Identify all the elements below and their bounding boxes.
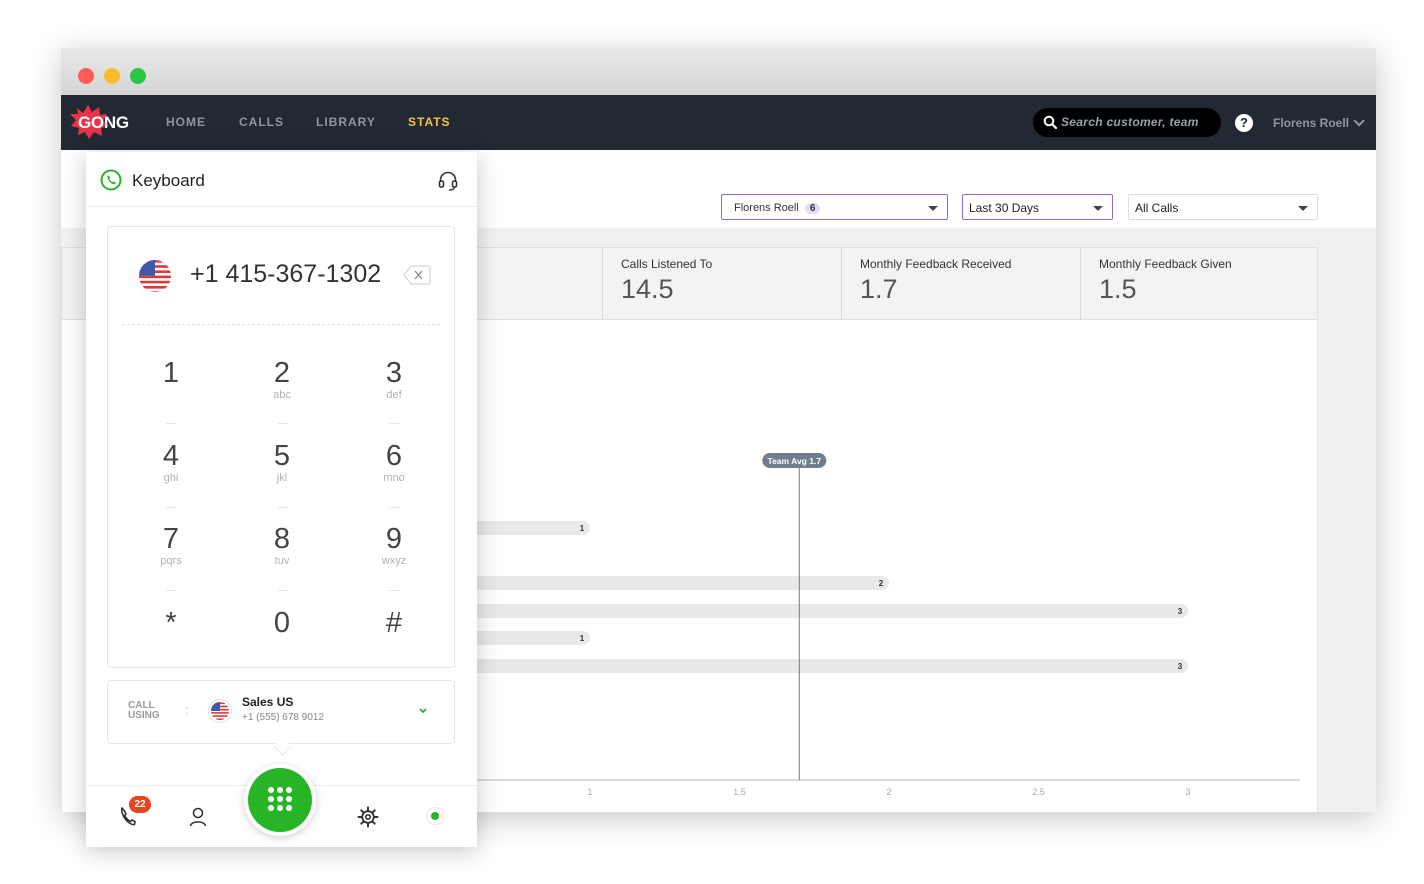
nav-library[interactable]: LIBRARY	[316, 115, 376, 129]
key-separator	[389, 423, 399, 424]
keypad-button[interactable]	[244, 764, 316, 836]
logo-text: GONG	[78, 113, 129, 132]
call-using-label: CALL USING	[128, 700, 160, 721]
search-placeholder: Search customer, team	[1061, 115, 1199, 129]
dial-key-7[interactable]: 7 pqrs	[136, 523, 206, 567]
top-navigation-bar: GONG HOME CALLS LIBRARY STATS Search cus…	[61, 95, 1376, 150]
gong-logo[interactable]: GONG	[69, 104, 131, 139]
us-flag-icon	[208, 699, 232, 723]
dialer-panel: Keyboard +1 415-367-1302 1 2 abc 3 def 4…	[86, 152, 477, 847]
bar-value-label: 3	[1178, 662, 1183, 671]
dropdown-caret-icon	[1093, 206, 1103, 211]
dial-key-0[interactable]: 0	[247, 607, 317, 639]
keypad-grid-icon	[268, 787, 292, 811]
key-separator	[278, 423, 288, 424]
dialpad-card: +1 415-367-1302 1 2 abc 3 def 4 ghi 5 jkl 6m…	[107, 226, 455, 668]
bar-value-label: 1	[580, 634, 585, 643]
person-filter-select[interactable]: Florens Roell 6	[721, 194, 948, 220]
key-separator	[278, 507, 288, 508]
missed-calls-badge: 22	[129, 796, 151, 813]
dropdown-caret-icon	[928, 206, 938, 211]
stat-value: 14.5	[621, 274, 674, 304]
person-filter-label: Florens Roell	[734, 202, 799, 214]
dial-key-3[interactable]: 3 def	[359, 357, 429, 401]
chevron-down-icon	[1353, 115, 1365, 127]
maximize-window-button[interactable]	[130, 68, 146, 84]
period-filter-label: Last 30 Days	[969, 201, 1040, 215]
x-tick-label: 2	[886, 787, 891, 797]
call-using-name: Sales US	[242, 695, 294, 709]
dial-key-star[interactable]: *	[136, 607, 206, 639]
user-menu[interactable]: Florens Roell	[1273, 115, 1365, 130]
call-using-number: +1 (555) 678 9012	[242, 712, 325, 723]
phone-call-icon	[100, 169, 122, 191]
x-tick-label: 1	[587, 787, 592, 797]
call-using-selector[interactable]: CALL USING : Sales US +1 (555) 678 9012	[107, 680, 455, 744]
bar-value-label: 2	[879, 579, 884, 588]
person-count-badge: 6	[804, 203, 821, 214]
key-separator	[166, 590, 176, 591]
stat-feedback-given[interactable]: Monthly Feedback Given 1.5	[1080, 248, 1318, 319]
dialed-number[interactable]: +1 415-367-1302	[190, 260, 381, 289]
headset-icon[interactable]	[437, 169, 459, 191]
bar-value-label: 3	[1178, 607, 1183, 616]
stat-label: Monthly Feedback Given	[1099, 257, 1232, 271]
divider	[122, 324, 440, 325]
user-name: Florens Roell	[1273, 116, 1350, 130]
search-input[interactable]: Search customer, team	[1033, 108, 1221, 137]
nav-stats[interactable]: STATS	[408, 115, 451, 129]
key-separator	[389, 590, 399, 591]
contacts-icon[interactable]	[188, 806, 208, 828]
dial-key-6[interactable]: 6 mno	[359, 440, 429, 484]
dial-key-hash[interactable]: #	[359, 607, 429, 639]
period-filter-select[interactable]: Last 30 Days	[962, 194, 1113, 220]
stat-value: 1.7	[860, 274, 898, 304]
stat-label: Monthly Feedback Received	[860, 257, 1012, 271]
x-tick-label: 3	[1185, 787, 1190, 797]
calls-filter-select[interactable]: All Calls	[1128, 194, 1318, 220]
us-flag-icon[interactable]	[138, 259, 172, 293]
search-icon	[1043, 115, 1057, 129]
x-tick-label: 1.5	[733, 787, 746, 797]
window-titlebar	[61, 48, 1376, 95]
stat-feedback-received[interactable]: Monthly Feedback Received 1.7	[841, 248, 1080, 319]
help-icon[interactable]: ?	[1235, 114, 1253, 132]
stat-label: Calls Listened To	[621, 257, 713, 271]
dial-key-9[interactable]: 9 wxyz	[359, 523, 429, 567]
dial-key-1[interactable]: 1	[136, 357, 206, 389]
backspace-icon[interactable]	[403, 265, 431, 285]
minimize-window-button[interactable]	[104, 68, 120, 84]
key-separator	[389, 507, 399, 508]
chevron-down-icon	[419, 708, 427, 714]
chart-bar	[362, 659, 1188, 673]
dial-key-4[interactable]: 4 ghi	[136, 440, 206, 484]
dropdown-caret-icon	[1298, 206, 1308, 211]
key-separator	[166, 507, 176, 508]
dial-key-2[interactable]: 2 abc	[247, 357, 317, 401]
stat-calls-listened[interactable]: Calls Listened To 14.5	[602, 248, 841, 319]
key-separator	[278, 590, 288, 591]
nav-calls[interactable]: CALLS	[239, 115, 284, 129]
key-separator	[166, 423, 176, 424]
dial-key-5[interactable]: 5 jkl	[247, 440, 317, 484]
team-average-label: Team Avg 1.7	[768, 456, 822, 466]
dialer-header: Keyboard	[86, 152, 477, 207]
chart-bar	[362, 604, 1188, 618]
stat-value: 1.5	[1099, 274, 1137, 304]
bar-value-label: 1	[580, 524, 585, 533]
online-status-indicator[interactable]	[427, 808, 443, 824]
close-window-button[interactable]	[78, 68, 94, 84]
nav-home[interactable]: HOME	[166, 115, 206, 129]
dialer-title: Keyboard	[132, 171, 205, 190]
call-using-separator: :	[185, 703, 189, 717]
dial-key-8[interactable]: 8 tuv	[247, 523, 317, 567]
gear-icon[interactable]	[357, 806, 379, 828]
x-tick-label: 2.5	[1032, 787, 1045, 797]
calls-filter-label: All Calls	[1135, 201, 1179, 215]
